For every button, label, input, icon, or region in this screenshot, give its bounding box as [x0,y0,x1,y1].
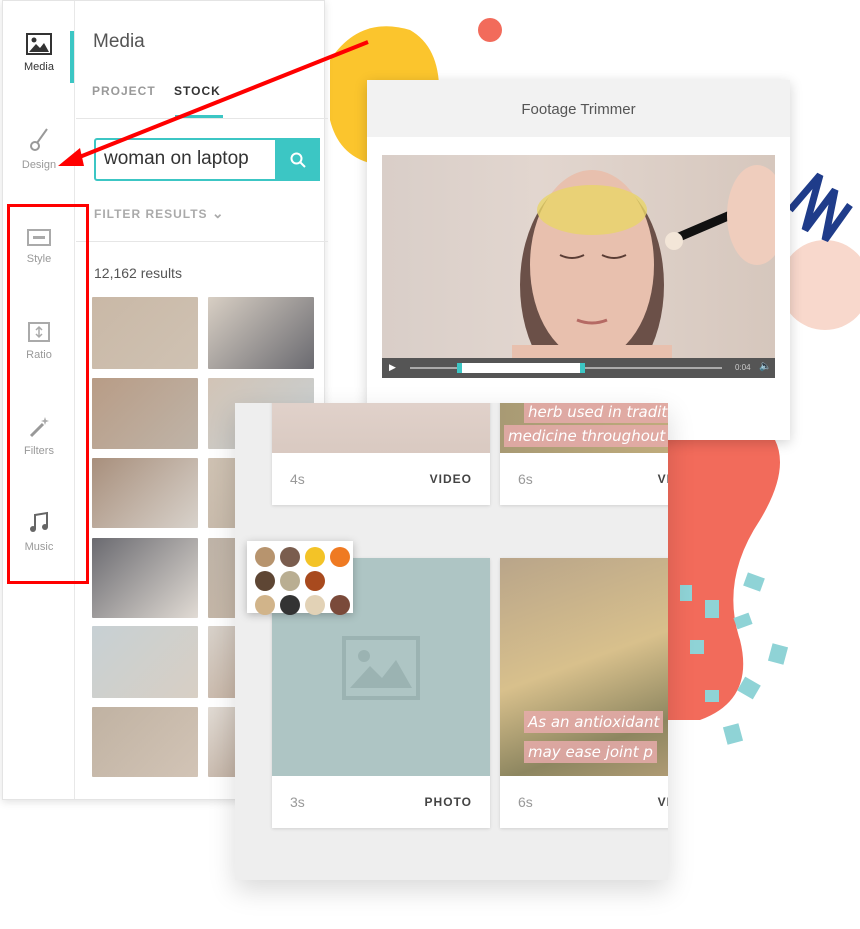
video-frame [512,165,775,358]
time-display: 0:04 [735,363,751,372]
peach-circle [780,240,860,330]
card-type: VIDEO [429,472,472,486]
timeline-card[interactable]: As an antioxidant may ease joint p 6s VID… [500,558,668,828]
card-caption-line: medicine throughout [504,425,668,447]
volume-icon[interactable]: 🔈 [759,361,771,372]
card-duration: 6s [518,794,533,810]
filter-results-toggle[interactable]: FILTER RESULTS ⌄ [94,205,225,222]
stock-thumbnail[interactable] [208,297,314,369]
card-thumbnail [272,403,490,453]
card-type: VIDEO [657,472,668,486]
results-count: 12,162 results [94,265,182,281]
divider [76,241,328,242]
dialog-title: Footage Trimmer [367,80,790,137]
play-icon[interactable]: ▶ [389,362,396,373]
card-type: PHOTO [424,795,472,809]
blue-scribble [787,172,853,243]
video-controls: ▶ 0:04 🔈 [382,358,775,378]
timeline-panel: 4s VIDEO herb used in tradition medicine … [235,403,668,880]
video-preview[interactable]: ▶ 0:04 🔈 [382,155,775,378]
stock-thumbnail[interactable] [92,458,198,528]
timeline-card[interactable]: herb used in tradition medicine througho… [500,403,668,505]
red-dot [478,18,502,42]
card-thumbnail: herb used in tradition medicine througho… [500,403,668,453]
dragged-photo-thumbnail[interactable] [247,541,353,615]
stock-thumbnail[interactable] [92,707,198,777]
card-caption-line: herb used in tradition [524,403,668,423]
stock-thumbnail[interactable] [92,626,198,698]
stock-thumbnail[interactable] [92,297,198,369]
chevron-down-icon: ⌄ [211,205,225,221]
card-caption-line: may ease joint p [524,741,657,763]
card-thumbnail: As an antioxidant may ease joint p [500,558,668,776]
card-duration: 3s [290,794,305,810]
image-placeholder-icon [342,636,420,700]
trim-selection[interactable] [456,363,585,373]
annotation-arrow [58,40,369,166]
trim-scrubber[interactable] [410,363,722,373]
timeline-card[interactable]: 4s VIDEO [272,403,490,505]
footage-trimmer-dialog: Footage Trimmer ▶ 0:04 🔈 [367,80,790,440]
card-duration: 6s [518,471,533,487]
card-duration: 4s [290,471,305,487]
stock-thumbnail[interactable] [92,378,198,449]
annotation-highlight-box [7,204,89,584]
card-type: VIDEO [657,795,668,809]
card-caption-line: As an antioxidant [524,711,664,733]
stock-thumbnail[interactable] [92,538,198,618]
filter-label: FILTER RESULTS [94,207,208,221]
